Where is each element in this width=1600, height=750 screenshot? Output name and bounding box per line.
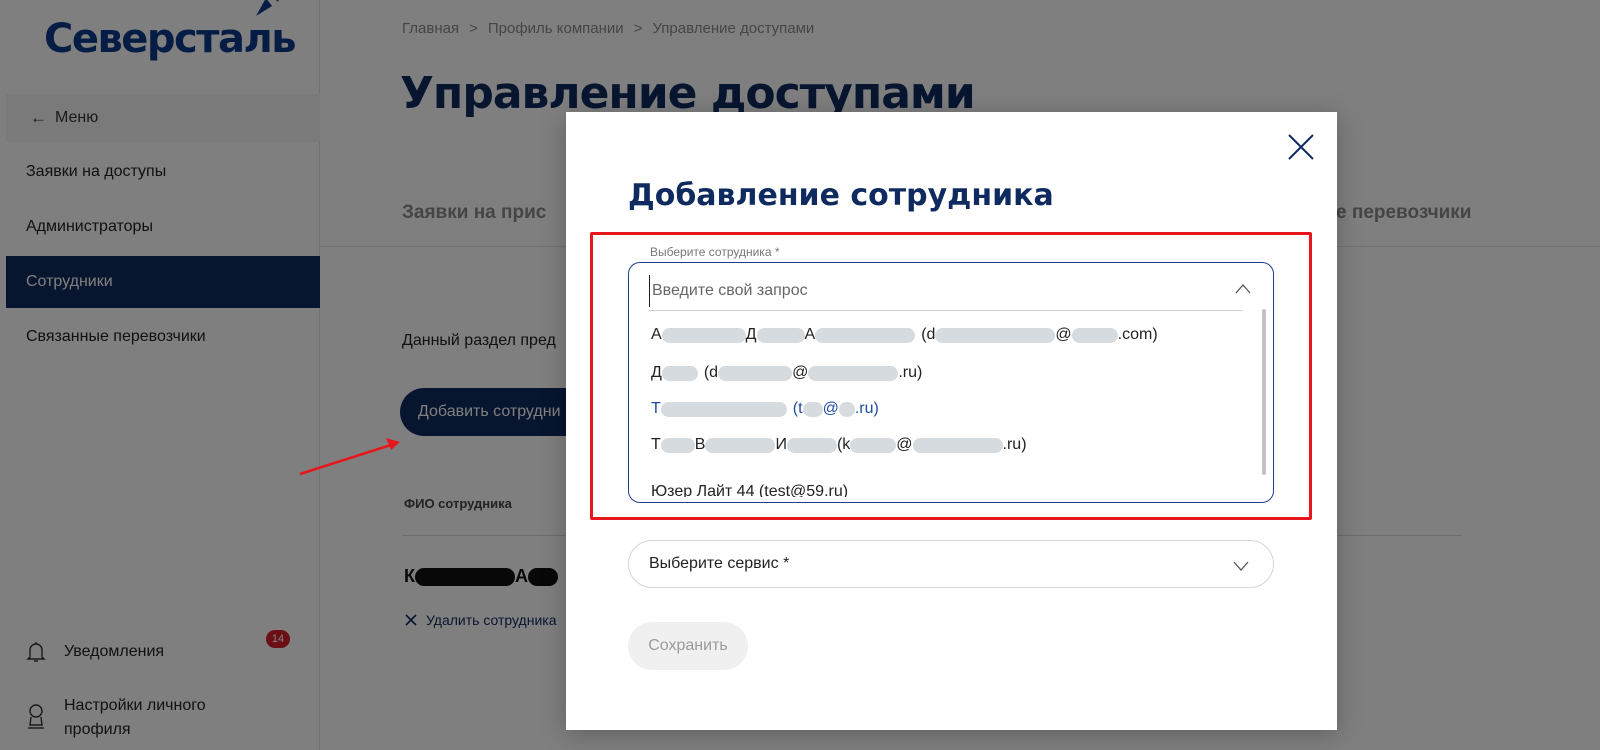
service-select-placeholder: Выберите сервис *: [649, 555, 790, 572]
employee-field-label: Выберите сотрудника *: [650, 245, 780, 259]
employee-option-highlighted[interactable]: Т (t @ .ru): [651, 397, 879, 421]
add-employee-modal: Добавление сотрудника Выберите сотрудник…: [566, 112, 1337, 730]
employee-option[interactable]: Д (d @ .ru): [651, 361, 922, 385]
option-text: В: [694, 436, 706, 453]
option-text: .com): [1117, 326, 1158, 343]
redacted-text: [718, 365, 793, 381]
option-text: Т: [651, 400, 661, 417]
employee-option[interactable]: Юзер Лайт 44 (test@59.ru): [651, 483, 848, 497]
employee-search-input[interactable]: [649, 275, 1243, 307]
redacted-text: [661, 365, 698, 381]
option-text: (d: [703, 364, 719, 381]
chevron-up-icon[interactable]: [1233, 280, 1253, 300]
option-text: @: [1055, 326, 1072, 343]
close-icon[interactable]: [1286, 132, 1316, 162]
redacted-text: [756, 327, 805, 343]
option-text: (t: [792, 400, 803, 417]
redacted-text: [786, 437, 837, 453]
option-text: А: [651, 326, 662, 343]
redacted-text: [802, 401, 823, 417]
option-text: Юзер Лайт 44 (test@59.ru): [651, 483, 849, 497]
employee-option[interactable]: Т В И (k @ .ru): [651, 433, 1027, 457]
redacted-text: [912, 437, 1003, 453]
chevron-down-icon: [1233, 561, 1249, 571]
annotation-arrow-icon: [299, 438, 400, 476]
redacted-text: [850, 437, 897, 453]
option-text: .ru): [854, 400, 879, 417]
save-button[interactable]: Сохранить: [628, 622, 748, 670]
modal-title: Добавление сотрудника: [628, 178, 1054, 213]
combobox-separator: [649, 310, 1243, 311]
option-text: @: [822, 400, 839, 417]
option-text: Д: [651, 364, 662, 381]
service-select[interactable]: Выберите сервис *: [628, 540, 1274, 588]
employee-combobox[interactable]: А Д А (d @ .com) Д (d @ .ru): [628, 262, 1274, 503]
redacted-text: [815, 327, 916, 343]
redacted-text: [838, 401, 855, 417]
redacted-text: [660, 401, 787, 417]
option-text: @: [792, 364, 809, 381]
option-text: Т: [651, 436, 661, 453]
option-text: @: [896, 436, 913, 453]
redacted-text: [661, 327, 746, 343]
redacted-text: [660, 437, 695, 453]
option-text: (k: [836, 436, 851, 453]
option-text: .ru): [1002, 436, 1027, 453]
option-text: (d: [921, 326, 936, 343]
option-text: И: [775, 436, 787, 453]
options-scrollbar-thumb[interactable]: [1262, 309, 1266, 475]
redacted-text: [935, 327, 1056, 343]
employee-option[interactable]: А Д А (d @ .com): [651, 323, 1158, 347]
option-text: .ru): [898, 364, 923, 381]
redacted-text: [1071, 327, 1118, 343]
option-text: А: [804, 326, 816, 343]
redacted-text: [705, 437, 776, 453]
option-text: Д: [745, 326, 757, 343]
options-scrollbar[interactable]: [1262, 309, 1268, 502]
redacted-text: [808, 365, 899, 381]
